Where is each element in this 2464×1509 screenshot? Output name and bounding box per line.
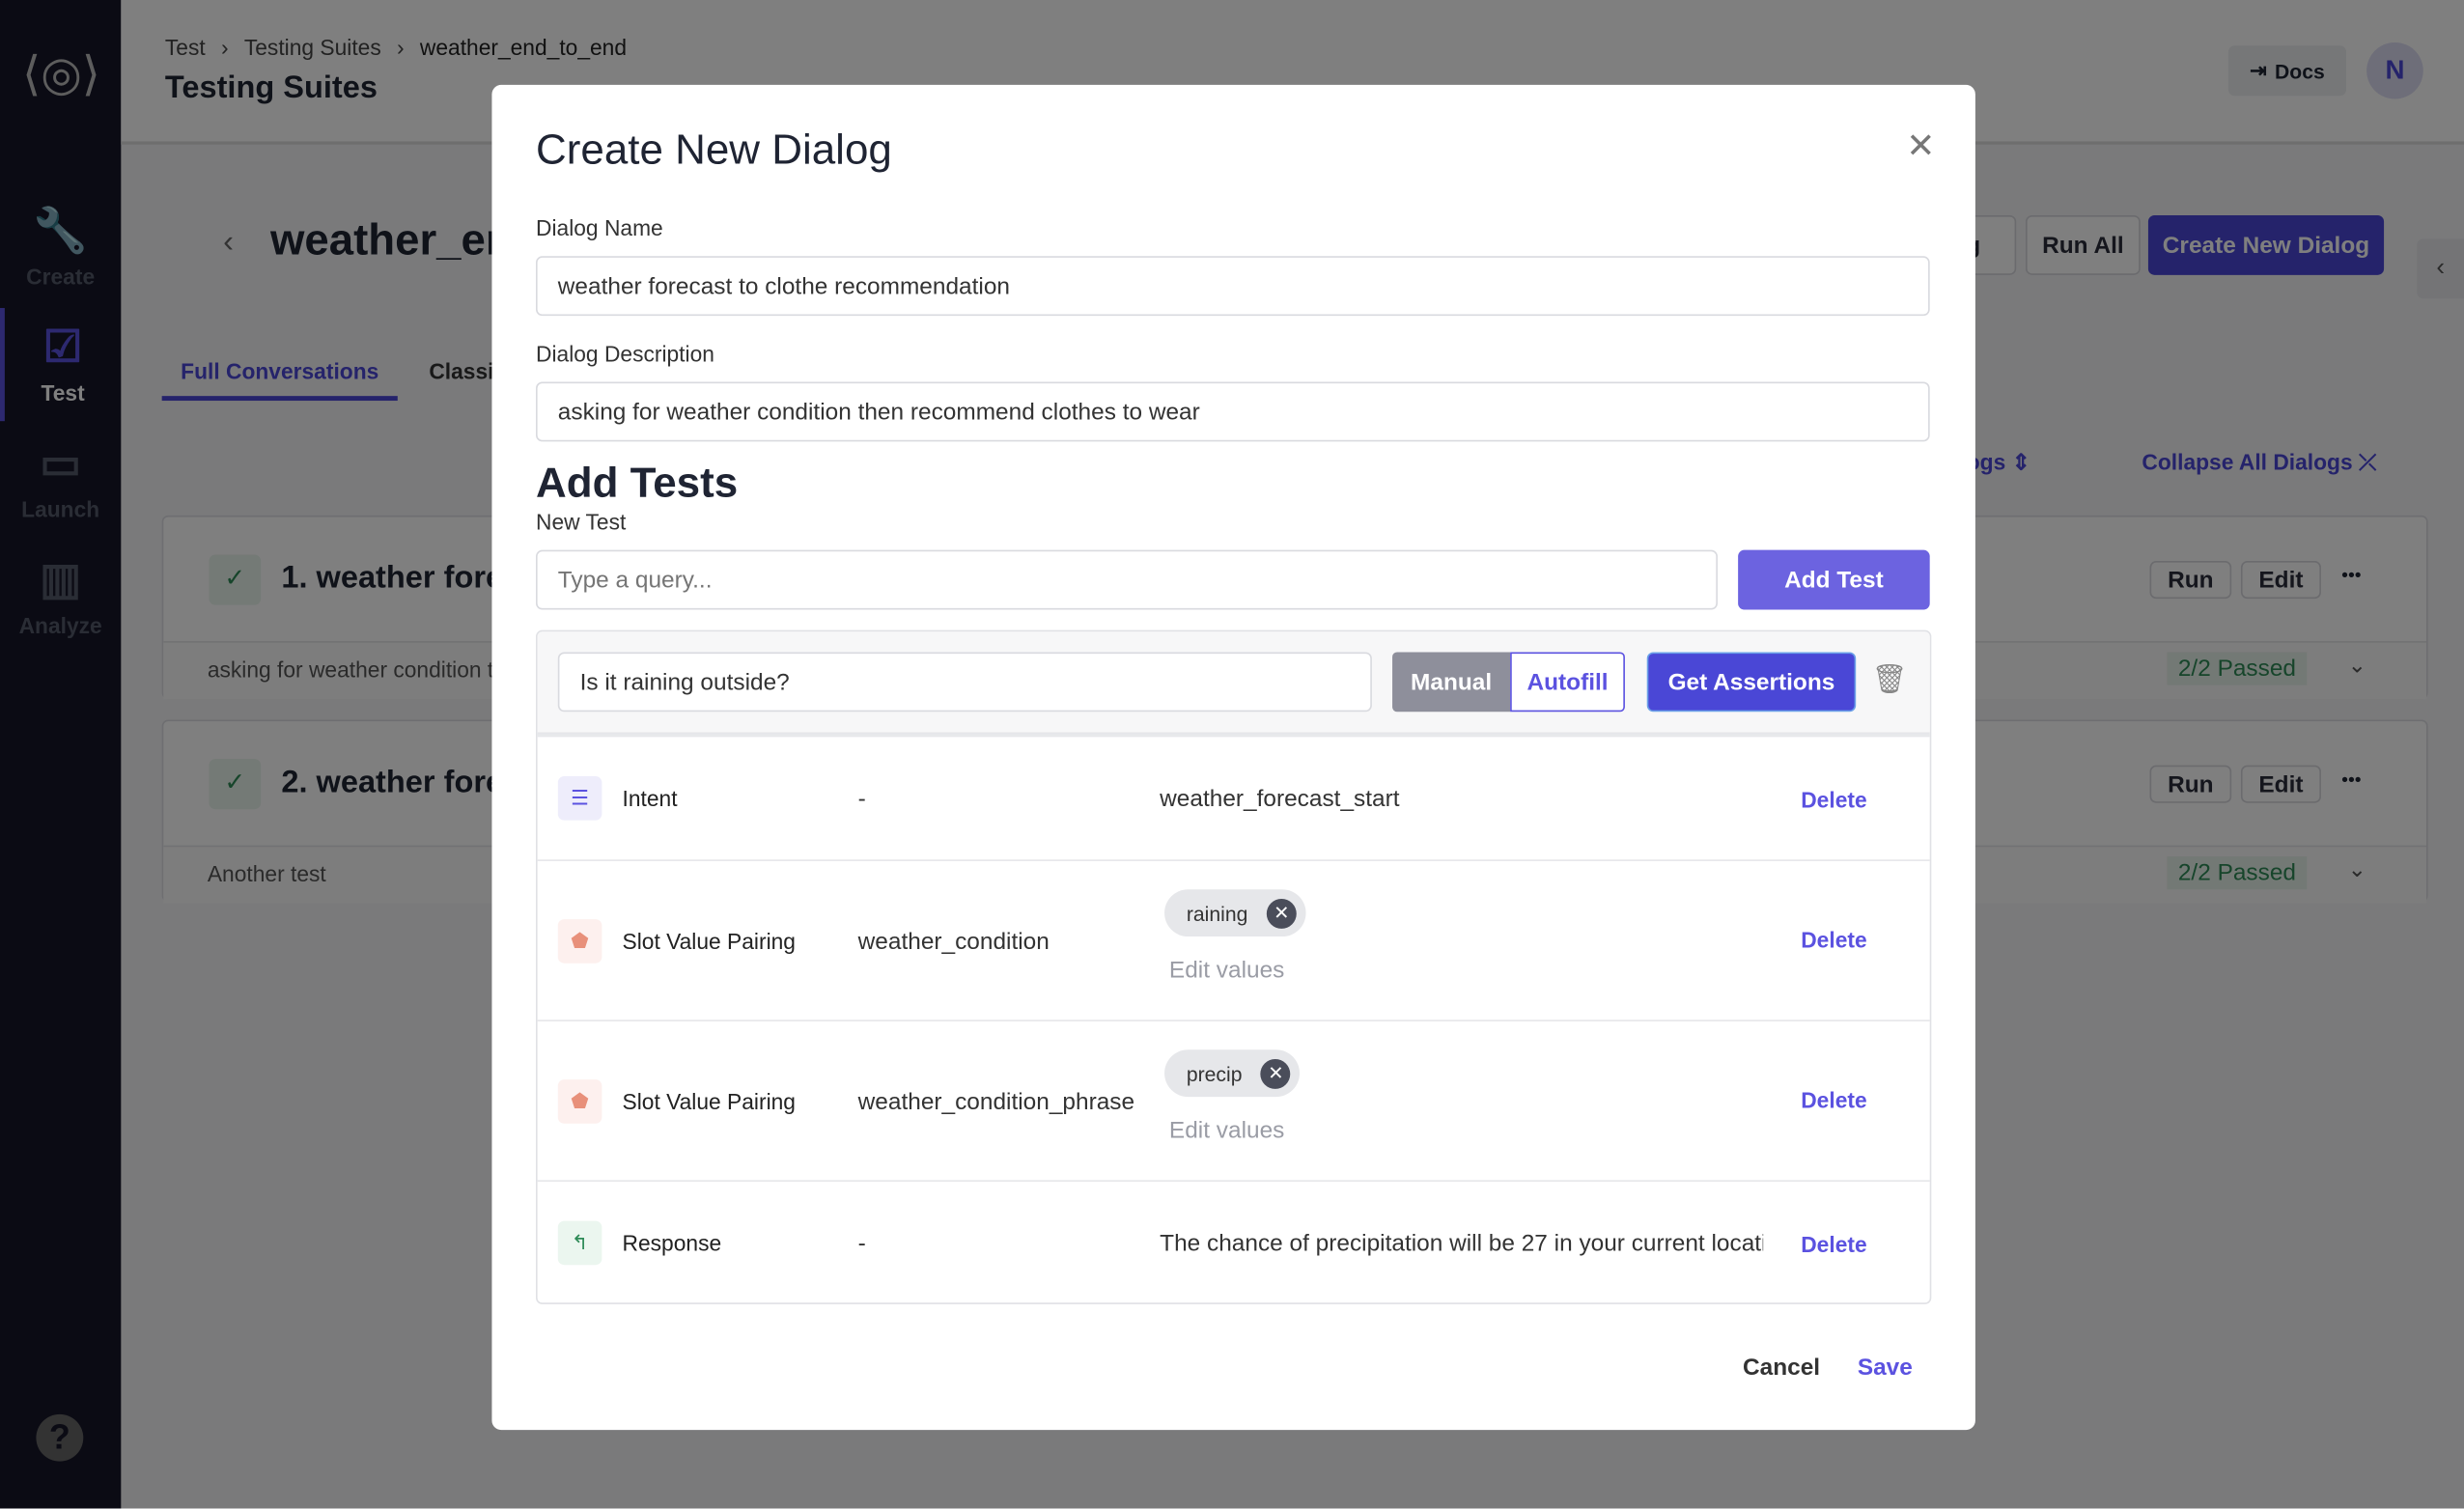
edit-values-input[interactable]: Edit values <box>1169 1117 1284 1144</box>
dialog-name-label: Dialog Name <box>536 214 663 241</box>
add-test-button[interactable]: Add Test <box>1738 549 1930 610</box>
manual-toggle[interactable]: Manual <box>1392 652 1511 713</box>
assertion-value: weather_forecast_start <box>1160 785 1400 813</box>
assertion-key: - <box>857 785 866 813</box>
new-test-label: New Test <box>536 509 627 535</box>
close-icon[interactable]: ✕ <box>1906 126 1935 166</box>
assertion-type: Intent <box>622 785 678 811</box>
remove-chip-icon[interactable]: ✕ <box>1261 1058 1291 1089</box>
dialog-description-input[interactable]: asking for weather condition then recomm… <box>536 381 1930 442</box>
assertion-type: Response <box>622 1230 722 1256</box>
dialog-name-input[interactable]: weather forecast to clothe recommendatio… <box>536 256 1930 317</box>
reply-icon: ↰ <box>557 1220 602 1266</box>
new-test-query-input[interactable] <box>536 549 1718 610</box>
assertion-key: weather_condition_phrase <box>857 1088 1135 1116</box>
add-tests-heading: Add Tests <box>536 459 739 507</box>
modal-title: Create New Dialog <box>536 126 892 174</box>
autofill-toggle[interactable]: Autofill <box>1510 652 1625 713</box>
list-icon: ☰ <box>557 776 602 821</box>
assertion-type: Slot Value Pairing <box>622 1088 796 1114</box>
trash-icon[interactable]: 🗑 <box>1871 663 1907 696</box>
assertion-key: - <box>857 1230 866 1258</box>
delete-button[interactable]: Delete <box>1801 927 1866 952</box>
assertion-type: Slot Value Pairing <box>622 928 796 954</box>
remove-chip-icon[interactable]: ✕ <box>1266 898 1297 929</box>
tag-icon: ⬟ <box>557 919 602 964</box>
assertion-row: ⬟ Slot Value Pairing weather_condition_p… <box>537 1020 1930 1180</box>
value-chip: precip ✕ <box>1164 1049 1301 1098</box>
delete-button[interactable]: Delete <box>1801 787 1866 812</box>
tag-icon: ⬟ <box>557 1079 602 1124</box>
save-button[interactable]: Save <box>1858 1355 1913 1382</box>
test-block: Is it raining outside? Manual Autofill G… <box>536 629 1932 1304</box>
assertion-key: weather_condition <box>857 928 1050 956</box>
get-assertions-button[interactable]: Get Assertions <box>1646 652 1857 713</box>
dialog-description-label: Dialog Description <box>536 341 714 367</box>
cancel-button[interactable]: Cancel <box>1743 1355 1820 1382</box>
assertion-value: The chance of precipitation will be 27 i… <box>1160 1230 1764 1258</box>
delete-button[interactable]: Delete <box>1801 1232 1866 1257</box>
test-query-input[interactable]: Is it raining outside? <box>557 652 1372 713</box>
edit-values-input[interactable]: Edit values <box>1169 957 1284 984</box>
assertion-row: ☰ Intent - weather_forecast_start Delete <box>537 735 1930 860</box>
delete-button[interactable]: Delete <box>1801 1087 1866 1112</box>
create-dialog-modal: Create New Dialog ✕ Dialog Name weather … <box>491 84 1975 1431</box>
assertion-row: ⬟ Slot Value Pairing weather_condition r… <box>537 859 1930 1020</box>
value-chip: raining ✕ <box>1164 889 1306 937</box>
assertion-row: ↰ Response - The chance of precipitation… <box>537 1180 1930 1302</box>
